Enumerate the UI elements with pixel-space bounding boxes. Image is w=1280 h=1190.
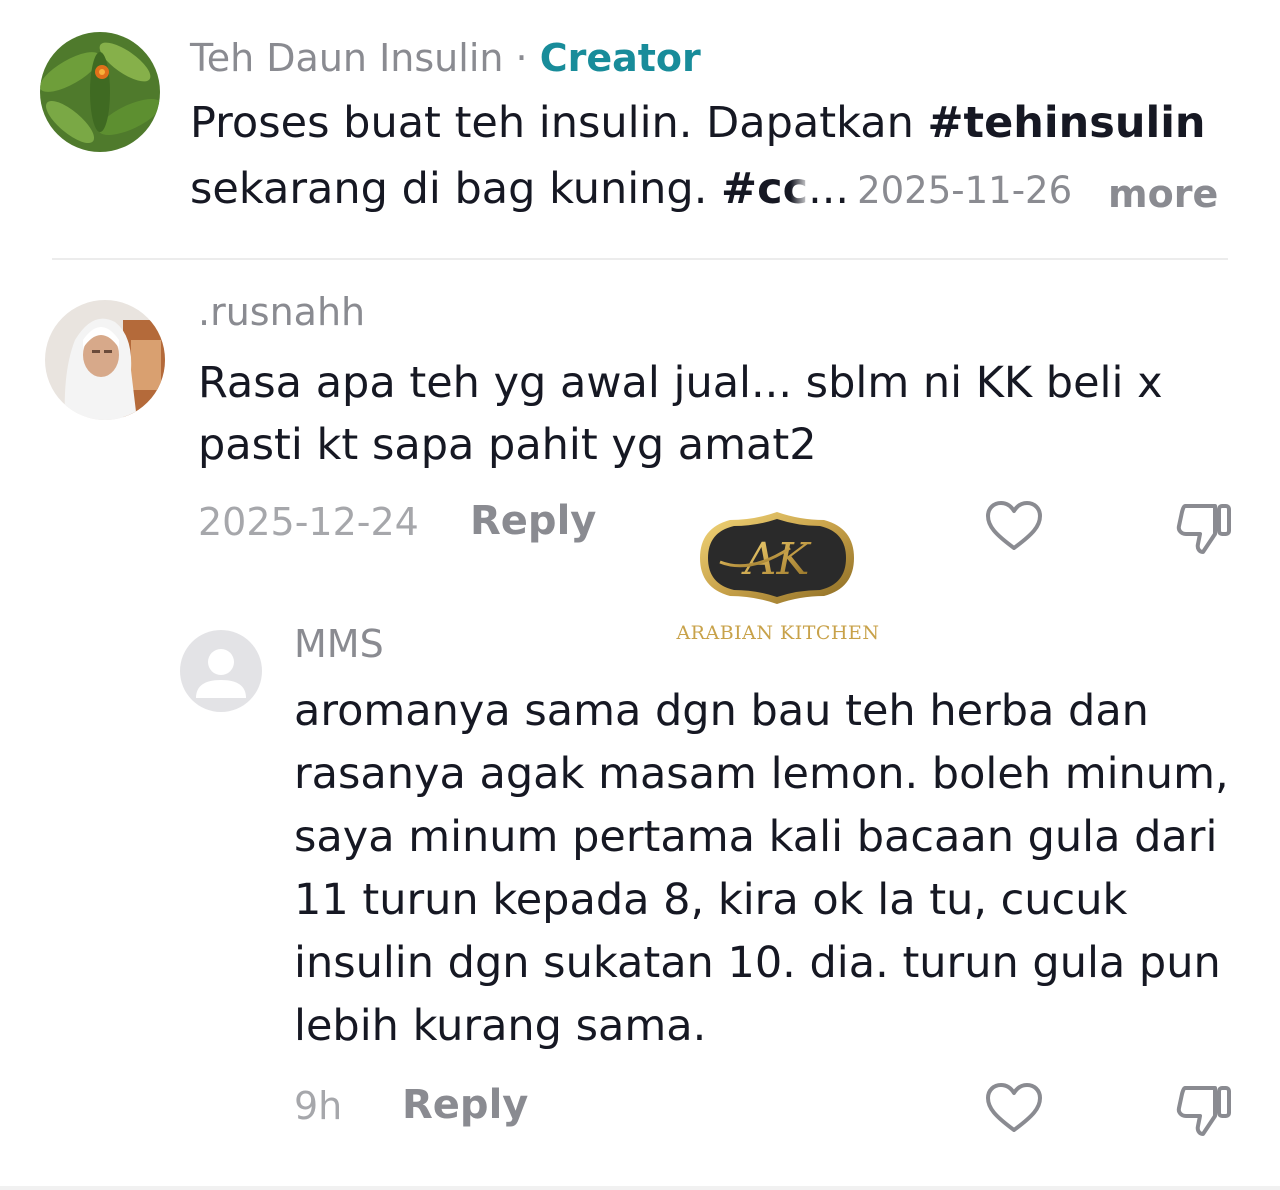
creator-name-line: Teh Daun Insulin · Creator	[190, 36, 701, 80]
watermark-text: ARABIAN KITCHEN	[676, 622, 880, 644]
caption-line-2: sekarang di bag kuning. #cc... 2025-11-26	[190, 164, 1072, 214]
caption-date: 2025-11-26	[857, 169, 1073, 212]
comment-username[interactable]: .rusnahh	[198, 290, 365, 334]
reply-button[interactable]: Reply	[470, 498, 596, 544]
caption-ellipsis: ...	[808, 164, 850, 214]
divider	[52, 258, 1228, 260]
heart-outline-icon[interactable]	[985, 1082, 1043, 1138]
creator-username[interactable]: Teh Daun Insulin	[190, 36, 503, 80]
comment-username[interactable]: MMS	[294, 622, 384, 666]
watermark-logo: AK	[680, 508, 874, 608]
watermark-logo-letters: AK	[741, 534, 812, 585]
heart-outline-icon[interactable]	[985, 500, 1043, 556]
caption-text-2: sekarang di bag kuning.	[190, 164, 722, 214]
default-avatar-icon[interactable]	[180, 630, 262, 712]
creator-avatar[interactable]	[40, 32, 160, 152]
thumbs-down-icon[interactable]	[1175, 500, 1235, 560]
commenter-avatar[interactable]	[45, 300, 165, 420]
reply-button[interactable]: Reply	[402, 1082, 528, 1128]
comment-text: Rasa apa teh yg awal jual... sblm ni KK …	[198, 358, 1163, 470]
creator-badge: Creator	[539, 36, 701, 80]
hashtag-truncated[interactable]: #c	[721, 164, 783, 214]
hashtag-faded-char: c	[782, 164, 809, 214]
caption-line-1: Proses buat teh insulin. Dapatkan #tehin…	[190, 98, 1206, 148]
name-separator: ·	[503, 36, 540, 80]
comment-date: 9h	[294, 1084, 343, 1128]
bottom-divider	[0, 1186, 1280, 1190]
caption-text-1: Proses buat teh insulin. Dapatkan	[190, 98, 928, 148]
hashtag-tehinsulin[interactable]: #tehinsulin	[928, 98, 1206, 148]
thumbs-down-icon[interactable]	[1175, 1082, 1235, 1142]
comment-text: aromanya sama dgn bau teh herba dan rasa…	[294, 686, 1229, 1051]
more-button[interactable]: more	[1108, 172, 1218, 216]
comment-date: 2025-12-24	[198, 500, 419, 544]
